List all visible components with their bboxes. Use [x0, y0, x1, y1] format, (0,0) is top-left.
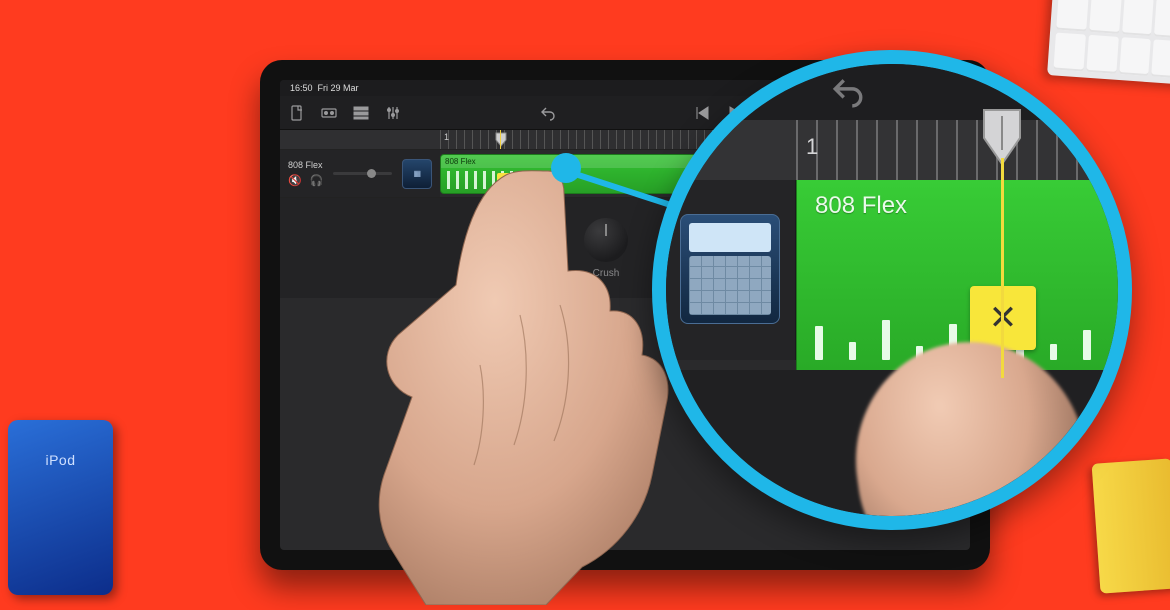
undo-icon[interactable] — [539, 104, 557, 122]
zoom-timeline-ruler: 1 — [666, 120, 1118, 180]
status-time: 16:50 — [290, 83, 313, 93]
track-name: 808 Flex — [288, 160, 323, 170]
mixer-icon[interactable] — [384, 104, 402, 122]
track-header[interactable]: 808 Flex 🔇 🎧 ▦ — [280, 150, 440, 197]
undo-icon — [831, 74, 865, 113]
ipod-label: iPod — [45, 452, 75, 468]
knob-label: Drive — [480, 268, 503, 279]
zoom-instrument-thumbnail — [680, 214, 780, 324]
bar-label-1: 1 — [444, 132, 449, 142]
split-scissors-icon[interactable]: ✕ — [497, 173, 515, 191]
zoom-callout: 1 808 Flex ✕ — [652, 50, 1132, 530]
headphones-icon[interactable]: 🎧 — [310, 174, 324, 187]
playhead-line[interactable] — [500, 130, 501, 149]
zoom-bar-label: 1 — [806, 134, 818, 160]
callout-touch-dot — [551, 153, 581, 183]
fx-icon[interactable] — [320, 104, 338, 122]
zoom-region-label: 808 Flex — [815, 192, 907, 220]
tracks-icon[interactable] — [352, 104, 370, 122]
volume-slider[interactable] — [333, 172, 392, 175]
instrument-thumbnail[interactable]: ▦ — [402, 159, 432, 189]
ipod-prop: iPod — [8, 420, 113, 595]
status-date: Fri 29 Mar — [318, 83, 359, 93]
zoom-playhead-line — [1001, 158, 1004, 378]
playhead-marker-icon[interactable] — [494, 132, 508, 148]
knob-crush[interactable]: Crush — [584, 218, 628, 279]
document-icon[interactable] — [288, 104, 306, 122]
zoom-toolbar — [666, 64, 1118, 120]
knob-drive[interactable]: Drive — [470, 218, 514, 279]
knob-label: Crush — [593, 268, 620, 279]
mute-icon[interactable]: 🔇 — [288, 174, 302, 187]
